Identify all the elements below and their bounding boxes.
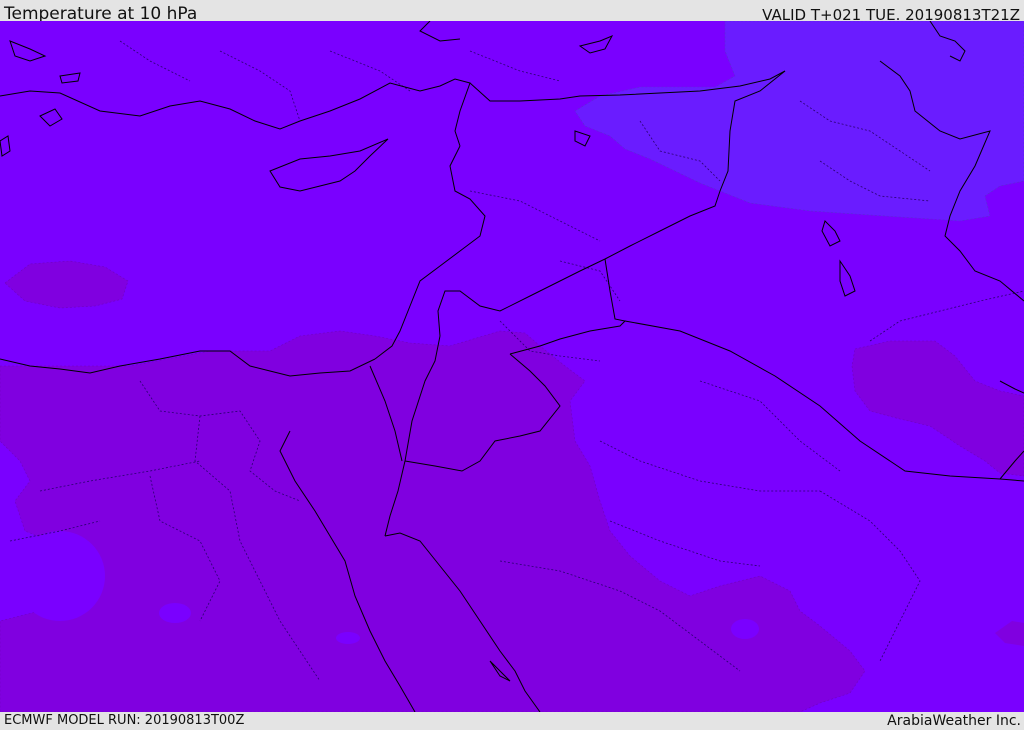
model-run-label: ECMWF MODEL RUN: 20190813T00Z <box>4 713 245 728</box>
brand-label: ArabiaWeather Inc. <box>887 713 1021 729</box>
temperature-band-pocket-west <box>15 531 105 621</box>
map-title: Temperature at 10 hPa <box>4 4 198 21</box>
temperature-band-pocket-east <box>731 619 759 639</box>
map-footer: ECMWF MODEL RUN: 20190813T00Z ArabiaWeat… <box>0 712 1024 729</box>
temperature-band-pocket-small <box>159 603 191 623</box>
valid-time-label: VALID T+021 TUE. 20190813T21Z <box>762 6 1020 21</box>
map-canvas <box>0 21 1024 712</box>
map-header: Temperature at 10 hPa VALID T+021 TUE. 2… <box>0 0 1024 21</box>
temperature-band-pocket-tiny <box>336 632 360 644</box>
forecast-map[interactable] <box>0 21 1024 712</box>
